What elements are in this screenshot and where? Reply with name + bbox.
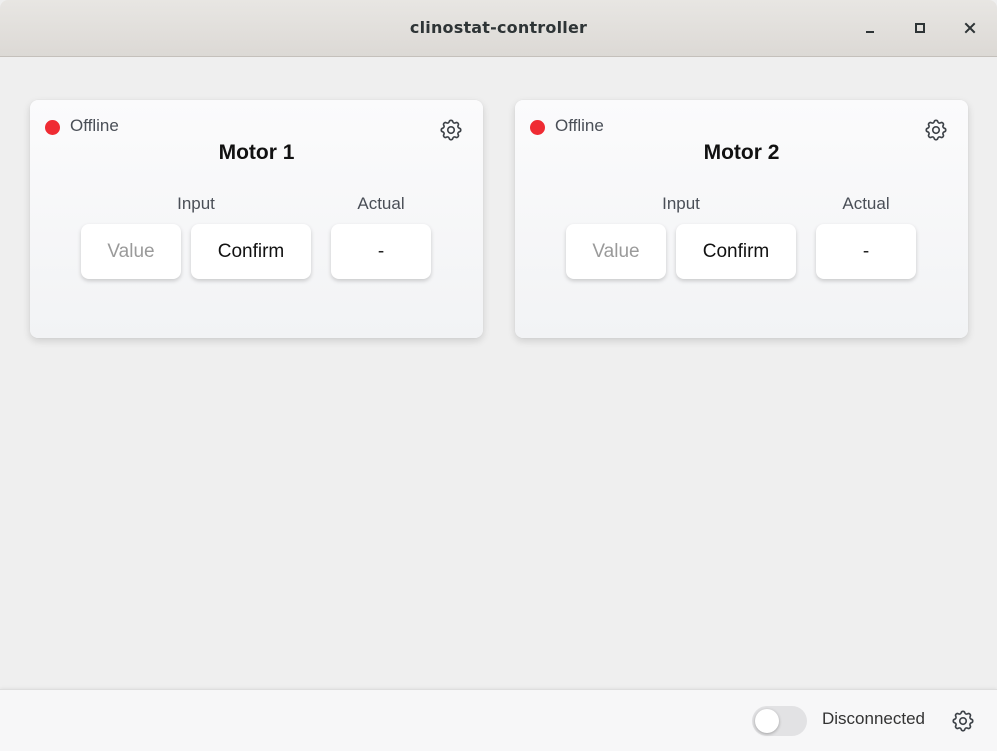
actual-value: - — [816, 224, 916, 279]
minimize-icon — [866, 31, 874, 33]
input-column-label: Input — [662, 194, 700, 213]
motor-title: Motor 1 — [218, 141, 295, 164]
status-bar: Disconnected — [0, 689, 997, 751]
close-icon — [964, 22, 976, 34]
status-indicator — [45, 120, 60, 135]
maximize-icon — [915, 23, 925, 33]
input-column-label: Input — [177, 194, 215, 213]
actual-column-label: Actual — [842, 194, 890, 213]
app-settings-button[interactable] — [949, 707, 977, 735]
motor-card-1: Offline Motor 1 Input Actual Confirm - — [30, 100, 483, 338]
actual-value: - — [331, 224, 431, 279]
value-input[interactable] — [566, 224, 666, 279]
motor-title: Motor 2 — [703, 141, 780, 164]
confirm-button[interactable]: Confirm — [676, 224, 796, 279]
window-title: clinostat-controller — [409, 18, 588, 37]
title-bar[interactable]: clinostat-controller — [0, 0, 997, 57]
actual-column-label: Actual — [357, 194, 405, 213]
gear-icon — [440, 119, 462, 141]
status-indicator — [530, 120, 545, 135]
gear-icon — [952, 710, 974, 732]
maximize-button[interactable] — [908, 16, 932, 40]
toggle-knob — [755, 709, 779, 733]
motor-settings-button[interactable] — [922, 116, 950, 144]
status-label: Offline — [555, 116, 604, 135]
app-window: clinostat-controller Offline Motor 1 Inp… — [0, 0, 997, 751]
motor-settings-button[interactable] — [437, 116, 465, 144]
minimize-button[interactable] — [858, 16, 882, 40]
close-button[interactable] — [958, 16, 982, 40]
gear-icon — [925, 119, 947, 141]
value-input[interactable] — [81, 224, 181, 279]
motor-card-2: Offline Motor 2 Input Actual Confirm - — [515, 100, 968, 338]
connection-status: Disconnected — [822, 709, 926, 728]
connection-toggle[interactable] — [752, 706, 807, 736]
status-label: Offline — [70, 116, 119, 135]
confirm-button[interactable]: Confirm — [191, 224, 311, 279]
